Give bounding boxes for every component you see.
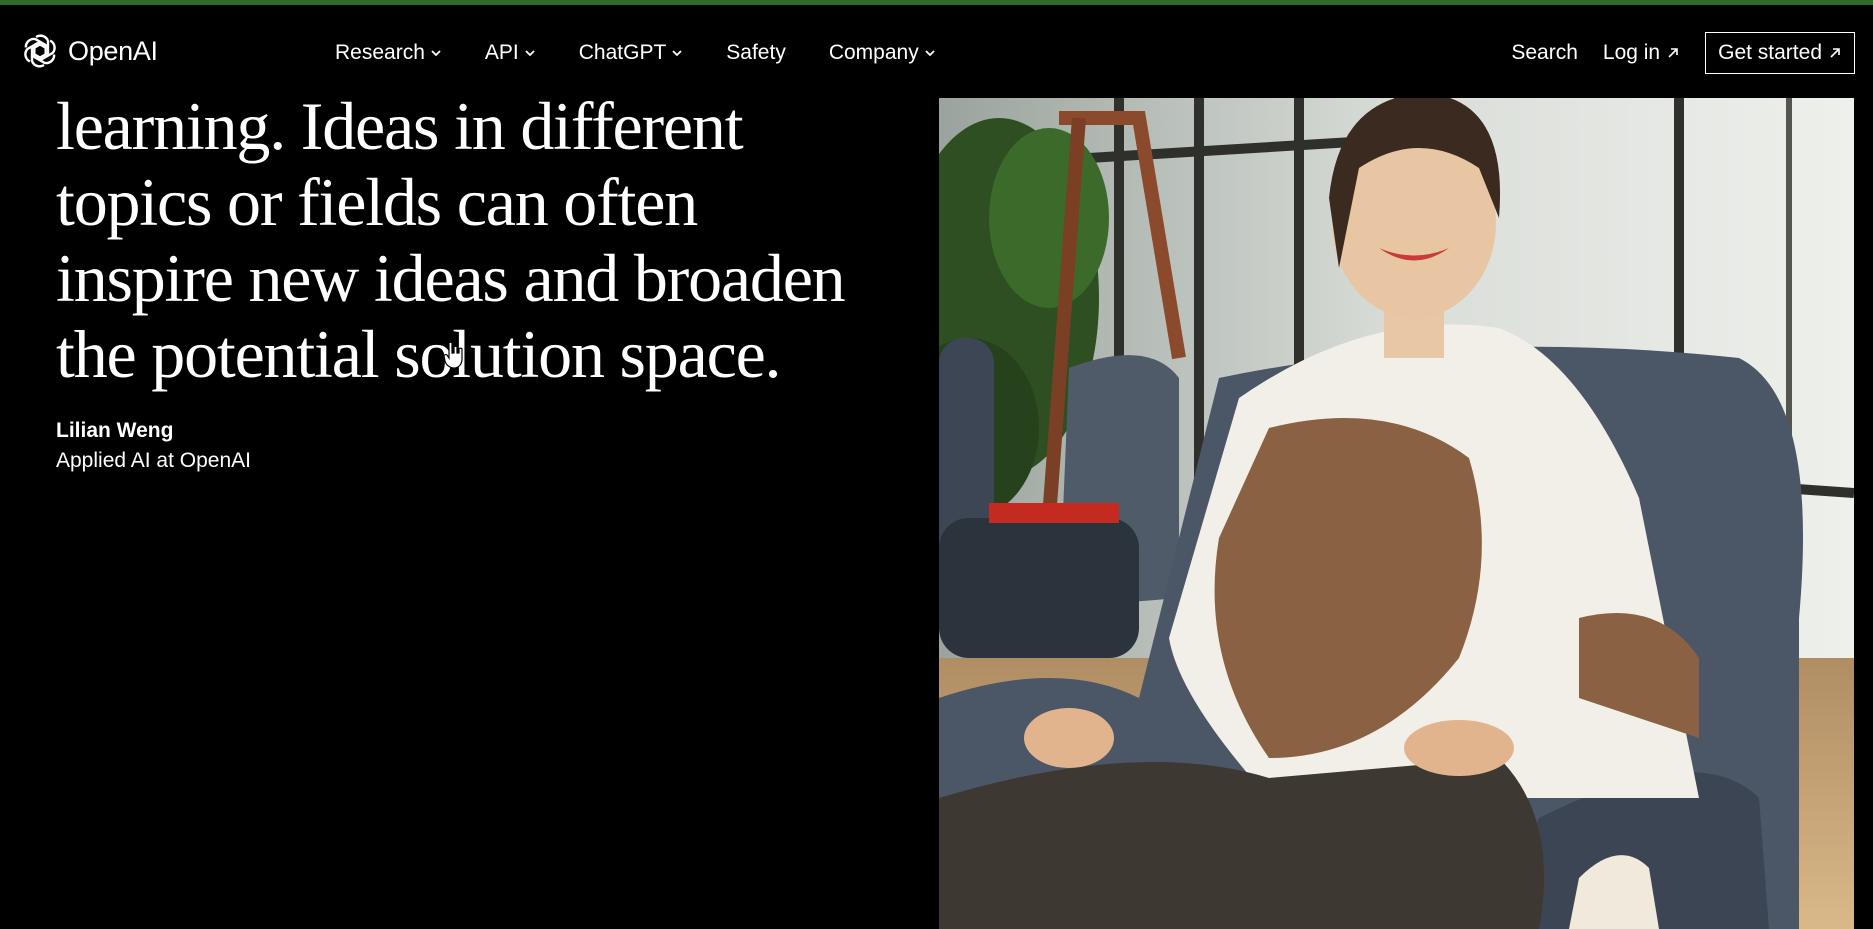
arrow-up-right-icon xyxy=(1830,48,1840,58)
chevron-down-icon xyxy=(925,50,935,57)
portrait-photo xyxy=(939,98,1854,929)
brand-name: OpenAI xyxy=(68,35,158,66)
nav-item-label: Research xyxy=(335,41,425,64)
nav-item-api[interactable]: API xyxy=(485,41,536,65)
search-button[interactable]: Search xyxy=(1511,41,1578,65)
portrait-illustration xyxy=(939,98,1854,929)
main-nav: Research API ChatGPT Safety Company xyxy=(335,41,979,65)
nav-item-safety[interactable]: Safety xyxy=(726,41,786,65)
quote-line: the potential solution space. xyxy=(56,316,782,392)
nav-item-label: ChatGPT xyxy=(578,41,667,64)
nav-item-label: Company xyxy=(828,41,919,64)
nav-item-company[interactable]: Company xyxy=(829,41,936,65)
chevron-down-icon xyxy=(525,50,535,57)
nav-item-label: Safety xyxy=(726,41,786,64)
chevron-down-icon xyxy=(431,50,441,57)
nav-item-research[interactable]: Research xyxy=(335,41,442,65)
mouse-cursor-icon xyxy=(443,341,463,369)
chevron-down-icon xyxy=(672,50,682,57)
nav-actions: Search Log in Get started xyxy=(1511,32,1855,74)
author-role: Applied AI at OpenAI xyxy=(56,449,251,472)
openai-logo-link[interactable]: OpenAI xyxy=(20,30,158,72)
get-started-label: Get started xyxy=(1718,41,1822,64)
login-link[interactable]: Log in xyxy=(1603,41,1680,65)
page: OpenAI Research API ChatGPT Safety Compa… xyxy=(0,0,1873,929)
openai-logo-icon xyxy=(24,34,56,68)
get-started-button[interactable]: Get started xyxy=(1705,32,1855,74)
nav-item-label: API xyxy=(484,41,519,64)
author-name: Lilian Weng xyxy=(56,419,174,442)
top-navbar: OpenAI Research API ChatGPT Safety Compa… xyxy=(0,5,1873,98)
quote-line: inspire new ideas and broaden xyxy=(56,240,846,316)
quote-line: learning. Ideas in different xyxy=(56,88,744,164)
login-label: Log in xyxy=(1602,41,1661,64)
nav-item-chatgpt[interactable]: ChatGPT xyxy=(579,41,684,65)
testimonial-quote: learning. Ideas in different topics or f… xyxy=(56,88,916,392)
arrow-up-right-icon xyxy=(1668,48,1678,58)
quote-line: topics or fields can often xyxy=(56,164,698,240)
